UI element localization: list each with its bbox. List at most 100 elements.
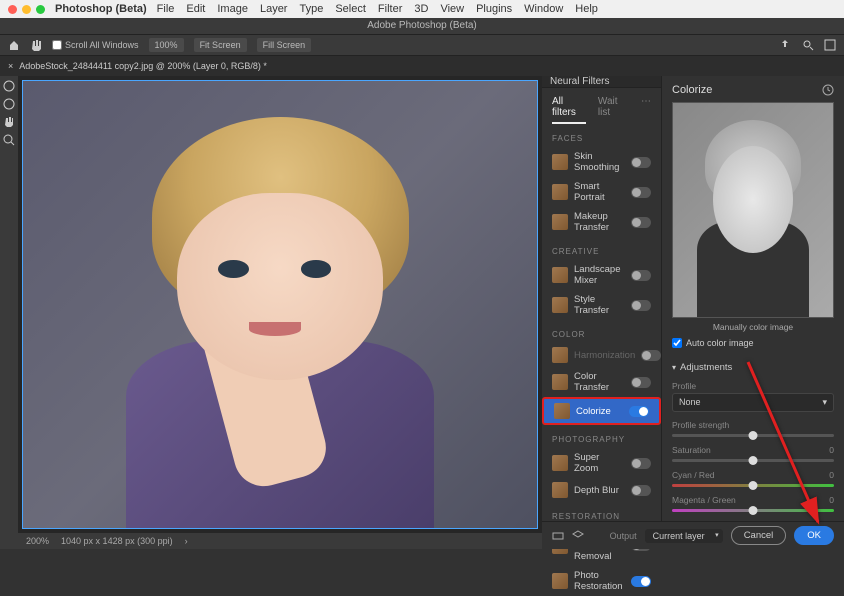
toggle-color-transfer[interactable] [631, 377, 651, 388]
tab-close-icon[interactable]: × [8, 61, 13, 71]
image-content [23, 81, 537, 528]
filter-smart-portrait[interactable]: Smart Portrait [542, 177, 661, 207]
toggle-colorize[interactable] [629, 406, 649, 417]
filter-photo-restoration[interactable]: Photo Restoration [542, 566, 661, 596]
reset-icon[interactable] [822, 84, 834, 96]
toggle-landscape-mixer[interactable] [631, 270, 651, 281]
toggle-super-zoom[interactable] [631, 458, 651, 469]
home-icon[interactable] [8, 39, 20, 51]
panel-title: Neural Filters [542, 76, 661, 88]
zoom-tool[interactable] [3, 134, 15, 146]
menu-help[interactable]: Help [575, 3, 598, 15]
menu-image[interactable]: Image [217, 3, 248, 15]
scroll-all-checkbox[interactable]: Scroll All Windows [52, 40, 139, 50]
toggle-smart-portrait[interactable] [631, 187, 651, 198]
auto-color-checkbox[interactable] [672, 338, 682, 348]
fit-screen-button[interactable]: Fit Screen [194, 38, 247, 52]
profile-label: Profile [672, 381, 834, 391]
layers-icon[interactable] [572, 530, 584, 542]
scroll-all-label: Scroll All Windows [65, 40, 139, 50]
magenta-green-label: Magenta / Green [672, 495, 736, 505]
filter-depth-blur[interactable]: Depth Blur [542, 478, 661, 502]
section-color: COLOR [542, 320, 661, 343]
output-label: Output [610, 531, 637, 541]
profile-select[interactable]: None▾ [672, 393, 834, 412]
document-canvas[interactable] [22, 80, 538, 529]
status-zoom[interactable]: 200% [26, 536, 49, 546]
status-chevron-icon[interactable]: › [185, 536, 188, 546]
workspace-icon[interactable] [824, 39, 836, 51]
toggle-style-transfer[interactable] [631, 300, 651, 311]
neural-filters-panel: Neural Filters All filters Wait list ⋯ F… [542, 76, 844, 549]
filter-super-zoom[interactable]: Super Zoom [542, 448, 661, 478]
saturation-slider[interactable] [672, 459, 834, 462]
preview-image[interactable] [672, 102, 834, 318]
hand-tool[interactable] [3, 116, 15, 128]
window-title: Adobe Photoshop (Beta) [0, 18, 844, 34]
filter-landscape-mixer[interactable]: Landscape Mixer [542, 260, 661, 290]
macos-menubar: Photoshop (Beta) File Edit Image Layer T… [0, 0, 844, 18]
menu-type[interactable]: Type [299, 3, 323, 15]
toggle-harmonization[interactable] [641, 350, 661, 361]
cyan-red-label: Cyan / Red [672, 470, 715, 480]
toggle-makeup-transfer[interactable] [631, 217, 651, 228]
preview-toggle-icon[interactable] [552, 530, 564, 542]
auto-color-label: Auto color image [686, 338, 754, 348]
menu-view[interactable]: View [440, 3, 464, 15]
zoom-window-icon[interactable] [36, 5, 45, 14]
preview-caption: Manually color image [672, 322, 834, 332]
filter-makeup-transfer[interactable]: Makeup Transfer [542, 207, 661, 237]
toggle-skin-smoothing[interactable] [631, 157, 651, 168]
left-toolbar [0, 76, 18, 549]
saturation-label: Saturation [672, 445, 711, 455]
menu-filter[interactable]: Filter [378, 3, 402, 15]
strength-label: Profile strength [672, 420, 729, 430]
chevron-down-icon: ▾ [822, 397, 827, 408]
toggle-depth-blur[interactable] [631, 485, 651, 496]
adjustments-section[interactable]: Adjustments [672, 362, 834, 373]
section-faces: FACES [542, 124, 661, 147]
cancel-button[interactable]: Cancel [731, 526, 787, 545]
filter-harmonization[interactable]: Harmonization [542, 343, 661, 367]
fill-screen-button[interactable]: Fill Screen [257, 38, 312, 52]
filter-style-transfer[interactable]: Style Transfer [542, 290, 661, 320]
menu-window[interactable]: Window [524, 3, 563, 15]
document-tab-bar: × AdobeStock_24844411 copy2.jpg @ 200% (… [0, 56, 844, 76]
status-doc-info[interactable]: 1040 px x 1428 px (300 ppi) [61, 536, 173, 546]
options-bar: Scroll All Windows 100% Fit Screen Fill … [0, 34, 844, 56]
menu-edit[interactable]: Edit [186, 3, 205, 15]
magenta-green-slider[interactable] [672, 509, 834, 512]
menu-file[interactable]: File [157, 3, 175, 15]
panel-menu-icon[interactable]: ⋯ [641, 96, 651, 124]
filter-skin-smoothing[interactable]: Skin Smoothing [542, 147, 661, 177]
menu-select[interactable]: Select [335, 3, 366, 15]
filter-settings-title: Colorize [672, 84, 712, 96]
app-name: Photoshop (Beta) [55, 3, 147, 15]
menu-layer[interactable]: Layer [260, 3, 288, 15]
toggle-photo-restoration[interactable] [631, 576, 651, 587]
status-bar: 200% 1040 px x 1428 px (300 ppi) › [18, 533, 542, 549]
menu-3d[interactable]: 3D [414, 3, 428, 15]
cyan-red-slider[interactable] [672, 484, 834, 487]
zoom-100-button[interactable]: 100% [149, 38, 184, 52]
menu-plugins[interactable]: Plugins [476, 3, 512, 15]
filter-colorize[interactable]: Colorize [542, 397, 661, 425]
filter-color-transfer[interactable]: Color Transfer [542, 367, 661, 397]
tab-all-filters[interactable]: All filters [552, 96, 586, 124]
ok-button[interactable]: OK [794, 526, 834, 545]
close-window-icon[interactable] [8, 5, 17, 14]
tool-icon-2[interactable] [3, 98, 15, 110]
minimize-window-icon[interactable] [22, 5, 31, 14]
section-creative: CREATIVE [542, 237, 661, 260]
share-icon[interactable] [780, 39, 792, 51]
output-select[interactable]: Current layer [645, 529, 723, 543]
panel-footer: Output Current layer Cancel OK [542, 521, 844, 549]
tool-icon-1[interactable] [3, 80, 15, 92]
tab-wait-list[interactable]: Wait list [598, 96, 629, 124]
hand-tool-icon[interactable] [30, 39, 42, 51]
section-photography: PHOTOGRAPHY [542, 425, 661, 448]
search-icon[interactable] [802, 39, 814, 51]
document-tab[interactable]: AdobeStock_24844411 copy2.jpg @ 200% (La… [19, 61, 267, 71]
window-controls[interactable] [8, 5, 45, 14]
strength-slider[interactable] [672, 434, 834, 437]
